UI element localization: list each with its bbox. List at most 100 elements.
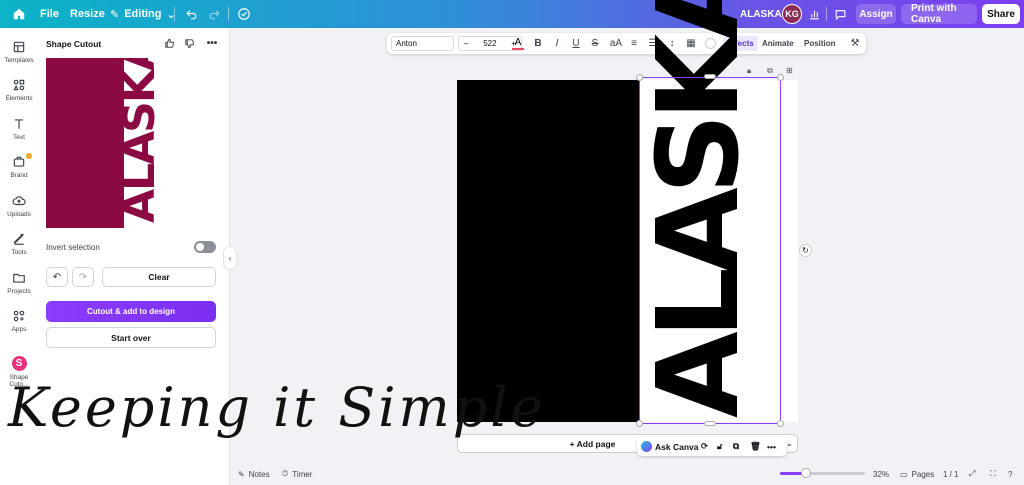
copy-style-icon[interactable]: ⚒ bbox=[849, 33, 861, 54]
duplicate-icon[interactable]: ⧉ bbox=[733, 437, 739, 456]
analytics-icon[interactable] bbox=[808, 0, 821, 28]
undo-icon[interactable] bbox=[185, 0, 198, 28]
resize-handle[interactable] bbox=[777, 74, 784, 81]
divider bbox=[228, 7, 229, 21]
expand-icon[interactable]: ⤢ bbox=[969, 463, 975, 485]
user-avatar[interactable]: KG bbox=[782, 4, 802, 24]
italic-icon[interactable]: I bbox=[551, 33, 563, 54]
cloud-saved-icon[interactable] bbox=[237, 0, 251, 28]
canva-ai-icon bbox=[641, 441, 652, 452]
elements-icon bbox=[12, 78, 26, 92]
letter-case-icon[interactable]: aA bbox=[608, 33, 624, 54]
regenerate-icon[interactable]: ⟳ bbox=[701, 437, 708, 456]
timer-icon: ⏱ bbox=[282, 469, 289, 478]
shape-cutout-app-icon: S bbox=[11, 356, 27, 371]
pages-button[interactable]: ▭ Pages bbox=[900, 463, 934, 485]
clear-button[interactable]: Clear bbox=[102, 267, 216, 287]
thumbs-down-icon[interactable] bbox=[183, 37, 195, 49]
help-icon[interactable]: ? bbox=[1008, 463, 1012, 485]
ask-canva-button[interactable]: Ask Canva bbox=[655, 437, 698, 456]
zoom-value[interactable]: 32% bbox=[873, 463, 889, 485]
underline-icon[interactable]: U bbox=[570, 33, 582, 54]
rotate-icon[interactable]: ↻ bbox=[799, 244, 812, 257]
print-with-canva-button[interactable]: Print with Canva bbox=[901, 3, 977, 25]
resize-handle[interactable] bbox=[636, 420, 643, 427]
resize-menu[interactable]: Resize bbox=[70, 0, 105, 28]
projects-icon bbox=[12, 271, 26, 285]
strikethrough-icon[interactable]: S bbox=[589, 33, 601, 54]
timer-button[interactable]: ⏱ Timer bbox=[282, 463, 312, 485]
notes-label: Notes bbox=[248, 469, 270, 479]
text-color-icon[interactable]: A bbox=[512, 36, 524, 50]
position-button[interactable]: Position bbox=[804, 33, 836, 54]
panel-title: Shape Cutout bbox=[46, 39, 102, 49]
footer-bar: ✎ Notes ⏱ Timer 32% ▭ Pages 1 / 1 ⤢ ⛶ ? bbox=[230, 463, 1024, 485]
more-options-icon[interactable]: ••• bbox=[767, 437, 776, 456]
lock-icon[interactable]: 🔓︎ bbox=[717, 437, 723, 456]
text-toolbar: Anton – 522 + A B I U S aA ≡ ☰ ↕ ▦ Effec… bbox=[387, 33, 866, 54]
pencil-icon: ✎ bbox=[110, 8, 120, 21]
resize-handle[interactable] bbox=[704, 74, 716, 79]
preview-text: ALASKA bbox=[114, 58, 165, 223]
notes-icon: ✎ bbox=[238, 469, 245, 479]
undo-button[interactable]: ↶ bbox=[46, 267, 68, 287]
cutout-preview-image: ALASKA bbox=[46, 58, 182, 228]
file-menu[interactable]: File bbox=[40, 0, 59, 28]
animate-button[interactable]: Animate bbox=[762, 33, 794, 54]
delete-icon[interactable]: 🗑︎ bbox=[750, 437, 761, 456]
premium-badge-icon bbox=[26, 153, 32, 159]
more-options-icon[interactable]: ••• bbox=[206, 37, 218, 49]
selection-box[interactable] bbox=[639, 77, 781, 424]
chevron-down-icon[interactable]: ⌄ bbox=[786, 439, 793, 448]
zoom-slider[interactable] bbox=[780, 468, 865, 478]
collapse-panel-button[interactable]: ‹ bbox=[223, 246, 237, 270]
rail-item-elements[interactable]: Elements bbox=[0, 78, 38, 102]
notes-button[interactable]: ✎ Notes bbox=[238, 463, 270, 485]
editing-mode-menu[interactable]: ✎ Editing ⌄ bbox=[110, 0, 176, 28]
redo-button[interactable]: ↷ bbox=[72, 267, 94, 287]
redo-icon[interactable] bbox=[208, 0, 221, 28]
resize-handle[interactable] bbox=[704, 421, 716, 426]
start-over-button[interactable]: Start over bbox=[46, 327, 216, 348]
zoom-slider-handle[interactable] bbox=[801, 468, 811, 478]
undo-icon: ↶ bbox=[52, 271, 62, 283]
duplicate-page-icon[interactable]: ⧉ bbox=[767, 66, 777, 76]
rail-item-templates[interactable]: Templates bbox=[0, 40, 38, 64]
invert-selection-label: Invert selection bbox=[46, 243, 100, 252]
text-icon bbox=[12, 117, 26, 131]
rail-item-apps[interactable]: Apps bbox=[0, 309, 38, 333]
fullscreen-icon[interactable]: ⛶ bbox=[990, 463, 996, 485]
divider bbox=[826, 7, 827, 21]
resize-handle[interactable] bbox=[636, 74, 643, 81]
bold-icon[interactable]: B bbox=[532, 33, 544, 54]
pages-icon: ▭ bbox=[900, 469, 908, 479]
resize-handle[interactable] bbox=[777, 420, 784, 427]
rail-item-uploads[interactable]: Uploads bbox=[0, 194, 38, 218]
brand-icon bbox=[12, 155, 26, 169]
rail-item-brand[interactable]: Brand bbox=[0, 153, 38, 179]
share-button[interactable]: Share bbox=[982, 4, 1020, 24]
decrease-size-icon[interactable]: – bbox=[464, 39, 468, 48]
rail-item-text[interactable]: Text bbox=[0, 117, 38, 141]
home-icon[interactable] bbox=[12, 0, 26, 28]
rail-label: Projects bbox=[7, 288, 31, 295]
font-size-value[interactable]: 522 bbox=[483, 39, 496, 48]
top-bar: File Resize ✎ Editing ⌄ ALASKA KG Assign… bbox=[0, 0, 1024, 28]
invert-selection-toggle[interactable] bbox=[194, 241, 216, 253]
add-page-icon[interactable]: ⊞ bbox=[786, 66, 796, 76]
rail-item-tools[interactable]: Tools bbox=[0, 232, 38, 256]
divider bbox=[174, 7, 175, 21]
rail-item-projects[interactable]: Projects bbox=[0, 271, 38, 295]
handwritten-caption: Keeping it Simple bbox=[8, 376, 546, 439]
black-rectangle[interactable] bbox=[457, 80, 640, 422]
editing-label: Editing bbox=[124, 8, 162, 20]
cutout-add-to-design-button[interactable]: Cutout & add to design bbox=[46, 301, 216, 322]
floating-element-toolbar: Ask Canva ⟳ 🔓︎ ⧉ 🗑︎ ••• bbox=[637, 437, 787, 456]
rail-label: Templates bbox=[4, 57, 34, 64]
assign-button[interactable]: Assign bbox=[856, 4, 896, 24]
font-family-select[interactable]: Anton bbox=[391, 36, 454, 51]
thumbs-up-icon[interactable] bbox=[163, 37, 175, 49]
rail-label: Tools bbox=[11, 249, 27, 256]
rail-label: Elements bbox=[5, 95, 33, 102]
comment-icon[interactable] bbox=[834, 0, 847, 28]
